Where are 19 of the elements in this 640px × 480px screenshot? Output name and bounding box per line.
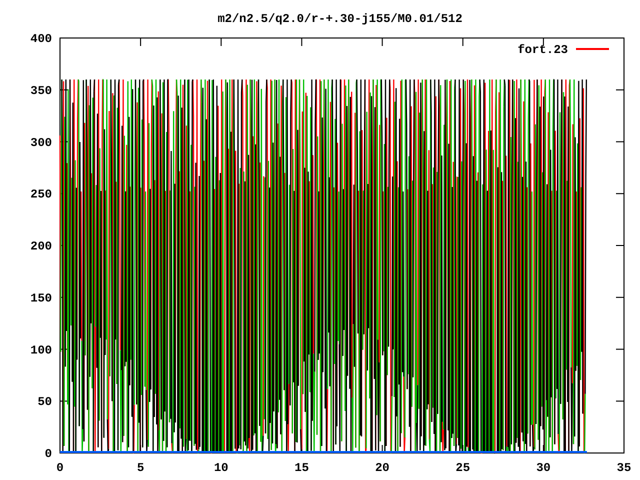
x-tick-label: 35 <box>616 461 632 475</box>
x-tick-label: 10 <box>214 461 228 475</box>
chart-title: m2/n2.5/q2.0/r-+.30-j155/M0.01/512 <box>218 12 462 26</box>
x-tick-label: 25 <box>456 461 470 475</box>
y-tick-label: 300 <box>30 136 52 150</box>
y-tick-label: 200 <box>30 240 52 254</box>
y-tick-label: 150 <box>30 291 52 306</box>
x-tick-label: 0 <box>56 461 64 475</box>
legend-label: fort.23 <box>518 43 568 57</box>
y-tick-label: 0 <box>44 447 52 461</box>
x-tick-label: 5 <box>136 461 144 475</box>
x-tick-label: 15 <box>294 461 309 475</box>
y-tick-label: 400 <box>30 32 52 46</box>
y-tick-label: 250 <box>30 188 52 202</box>
y-tick-label: 350 <box>30 84 52 98</box>
y-tick-label: 100 <box>30 343 52 358</box>
x-tick-label: 30 <box>536 461 551 475</box>
x-tick-label: 20 <box>375 461 390 475</box>
y-tick-label: 50 <box>38 395 52 410</box>
